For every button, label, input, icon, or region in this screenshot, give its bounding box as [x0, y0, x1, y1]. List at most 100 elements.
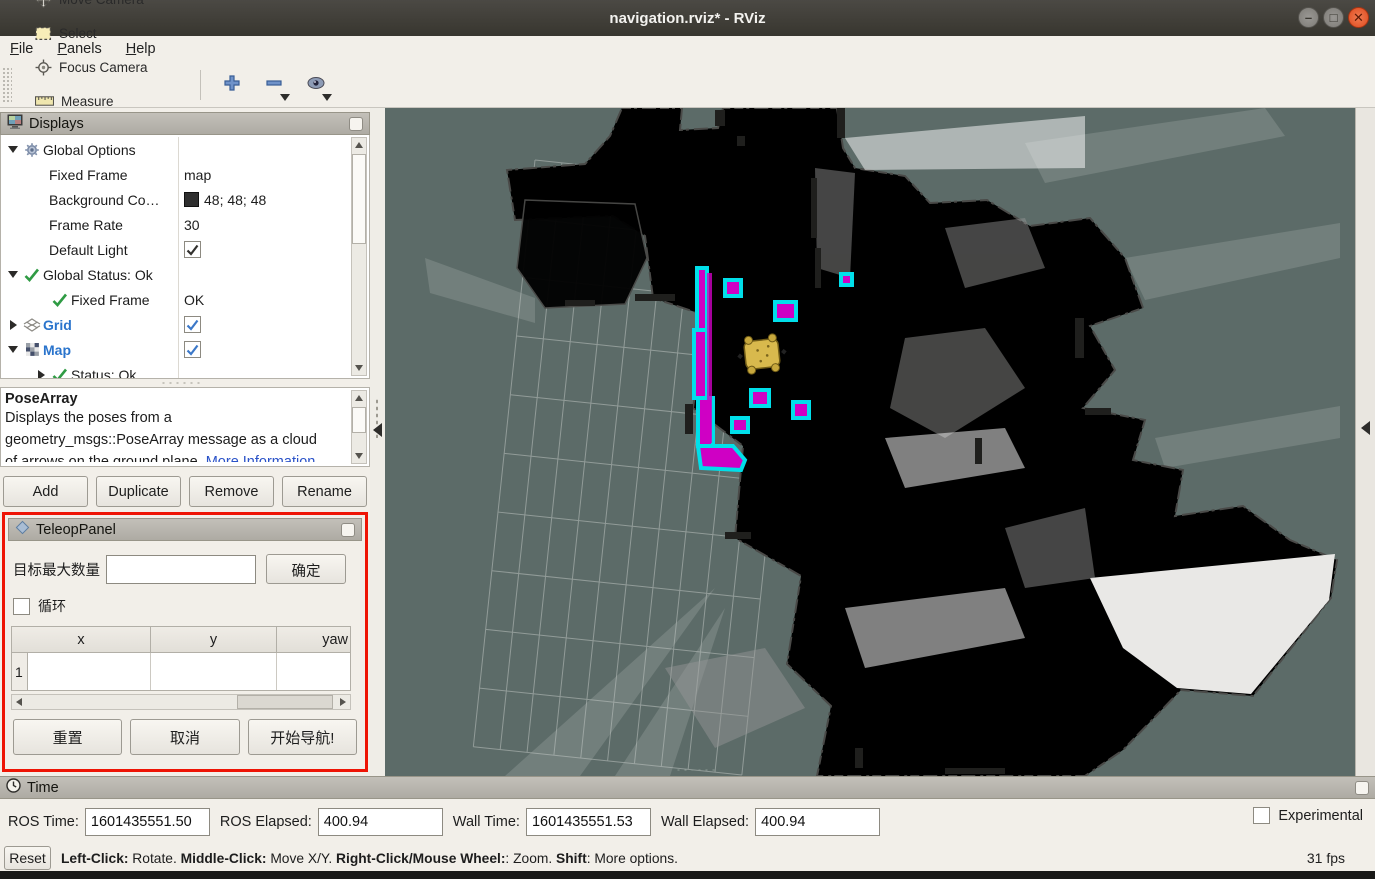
tree-value[interactable] — [179, 262, 343, 287]
teleop-panel-title: TeleopPanel — [36, 522, 116, 538]
tool-label: Move Camera — [59, 0, 144, 7]
tree-value[interactable] — [179, 362, 343, 379]
time-field-input[interactable] — [755, 808, 880, 836]
close-button[interactable]: ✕ — [1348, 7, 1369, 28]
tree-row[interactable]: Fixed FrameOK — [1, 287, 343, 312]
toolbar-grip-handle[interactable] — [2, 67, 12, 103]
title-bar[interactable]: navigation.rviz* - RViz – □ ✕ — [0, 0, 1375, 36]
color-swatch[interactable] — [184, 192, 199, 207]
max-goal-input[interactable] — [106, 555, 256, 584]
tree-value[interactable] — [179, 137, 343, 162]
scrollbar-thumb[interactable] — [352, 407, 366, 433]
tool-focus-camera-button[interactable]: Focus Camera — [22, 50, 180, 85]
check-icon — [21, 268, 43, 282]
tree-value[interactable]: 30 — [179, 212, 343, 237]
reset-button[interactable]: Reset — [4, 846, 51, 870]
expander-closed-icon[interactable] — [33, 370, 49, 380]
time-field-input[interactable] — [85, 808, 210, 836]
tree-value[interactable]: 48; 48; 48 — [179, 187, 343, 212]
scrollbar-thumb[interactable] — [352, 154, 366, 244]
tree-row[interactable]: Default Light — [1, 237, 343, 262]
expander-open-icon[interactable] — [5, 346, 21, 353]
cell-y[interactable] — [151, 653, 277, 690]
render-view[interactable] — [385, 108, 1355, 776]
expander-closed-icon[interactable] — [5, 320, 21, 330]
column-header-y[interactable]: y — [151, 627, 277, 652]
scroll-up-icon[interactable] — [352, 391, 366, 405]
add-tool-button[interactable] — [215, 68, 249, 102]
reset-goals-button[interactable]: 重置 — [13, 719, 122, 755]
tree-value[interactable]: OK — [179, 287, 343, 312]
cell-x[interactable] — [28, 653, 151, 690]
cancel-button[interactable]: 取消 — [130, 719, 239, 755]
time-field-input[interactable] — [318, 808, 443, 836]
table-horizontal-scrollbar[interactable] — [11, 694, 351, 710]
panel-view-splitter[interactable] — [370, 108, 385, 776]
rename-button[interactable]: Rename — [282, 476, 367, 507]
scroll-left-icon[interactable] — [12, 695, 26, 709]
start-navigation-button[interactable]: 开始导航! — [248, 719, 357, 755]
expander-open-icon[interactable] — [5, 146, 21, 153]
tool-visibility-button[interactable] — [299, 68, 333, 102]
panel-splitter[interactable] — [0, 379, 370, 387]
tree-value[interactable] — [179, 312, 343, 337]
maximize-button[interactable]: □ — [1323, 7, 1344, 28]
cell-yaw[interactable] — [277, 653, 350, 690]
loop-checkbox[interactable] — [13, 598, 30, 615]
collapsed-views-panel[interactable] — [1355, 108, 1375, 776]
minimize-button[interactable]: – — [1298, 7, 1319, 28]
confirm-button[interactable]: 确定 — [266, 554, 346, 584]
enabled-checkbox[interactable] — [184, 341, 201, 358]
displays-scrollbar[interactable] — [351, 137, 367, 376]
tool-move-camera-button[interactable]: Move Camera — [22, 0, 180, 17]
expander-open-icon[interactable] — [5, 271, 21, 278]
minus-icon — [265, 74, 283, 95]
tree-row[interactable]: Global Status: Ok — [1, 262, 343, 287]
tree-value[interactable]: map — [179, 162, 343, 187]
remove-button[interactable]: Remove — [189, 476, 274, 507]
tree-value[interactable] — [179, 337, 343, 362]
add-button[interactable]: Add — [3, 476, 88, 507]
tree-row[interactable]: Map — [1, 337, 343, 362]
panel-float-button[interactable] — [1355, 781, 1369, 795]
enabled-checkbox[interactable] — [184, 316, 201, 333]
tree-row[interactable]: Grid — [1, 312, 343, 337]
tree-row[interactable]: Status: Ok — [1, 362, 343, 379]
map-visualization — [385, 108, 1355, 776]
expand-right-panel-icon[interactable] — [1361, 421, 1370, 435]
time-panel-header[interactable]: Time — [0, 776, 1375, 799]
tree-row[interactable]: Background Co…48; 48; 48 — [1, 187, 343, 212]
scroll-up-icon[interactable] — [352, 138, 366, 152]
time-field-input[interactable] — [526, 808, 651, 836]
gear-icon — [21, 142, 43, 158]
description-scrollbar[interactable] — [351, 390, 367, 464]
displays-tree: Global OptionsFixed FramemapBackground C… — [0, 135, 370, 379]
displays-panel-header[interactable]: Displays — [0, 112, 370, 135]
more-information-link[interactable]: More Information. — [206, 454, 320, 462]
view-splitter-handle[interactable] — [675, 768, 717, 772]
experimental-checkbox[interactable] — [1253, 807, 1270, 824]
map-icon — [21, 342, 43, 357]
scroll-down-icon[interactable] — [352, 361, 366, 375]
tree-row[interactable]: Global Options — [1, 137, 343, 162]
panel-float-button[interactable] — [349, 117, 363, 131]
column-header-yaw[interactable]: yaw — [277, 627, 350, 652]
enabled-checkbox[interactable] — [184, 241, 201, 258]
window-title: navigation.rviz* - RViz — [609, 10, 765, 27]
tool-select-button[interactable]: Select — [22, 17, 180, 50]
scroll-down-icon[interactable] — [352, 449, 366, 463]
display-buttons-row: Add Duplicate Remove Rename — [0, 467, 370, 507]
displays-panel: Displays Global OptionsFixed FramemapBac… — [0, 112, 370, 507]
duplicate-button[interactable]: Duplicate — [96, 476, 181, 507]
tree-row[interactable]: Fixed Framemap — [1, 162, 343, 187]
tree-value[interactable] — [179, 237, 343, 262]
tree-row[interactable]: Frame Rate30 — [1, 212, 343, 237]
scroll-right-icon[interactable] — [336, 695, 350, 709]
scrollbar-thumb[interactable] — [237, 695, 333, 709]
column-header-x[interactable]: x — [12, 627, 151, 652]
collapse-left-panel-icon[interactable] — [373, 423, 382, 437]
teleop-panel-header[interactable]: TeleopPanel — [8, 518, 362, 541]
remove-tool-button[interactable] — [257, 68, 291, 102]
panel-float-button[interactable] — [341, 523, 355, 537]
table-row[interactable]: 1 — [12, 653, 350, 690]
